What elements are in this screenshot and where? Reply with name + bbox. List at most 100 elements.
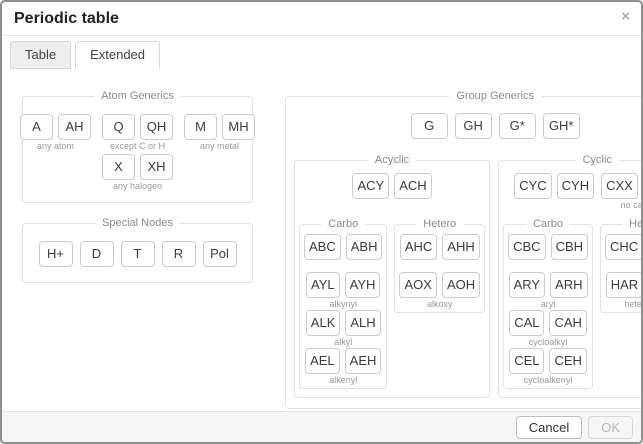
button-ah[interactable]: AH bbox=[58, 114, 91, 140]
atom-generics-row1: A AH any atom Q QH except C or H bbox=[31, 114, 244, 152]
pair-caption: no carbon bbox=[621, 200, 643, 211]
cyclic-section: Cyclic CYC CYH CXX bbox=[498, 160, 643, 398]
button-har[interactable]: HAR bbox=[606, 272, 643, 298]
button-cyh[interactable]: CYH bbox=[557, 173, 594, 199]
acyclic-section: Acyclic ACY ACH bbox=[294, 160, 490, 398]
button-ahh[interactable]: AHH bbox=[442, 234, 479, 260]
button-pol[interactable]: Pol bbox=[203, 241, 237, 267]
button-cyc[interactable]: CYC bbox=[514, 173, 551, 199]
button-ary[interactable]: ARY bbox=[509, 272, 546, 298]
cyclic-carbo-legend: Carbo bbox=[526, 218, 570, 231]
atom-pair-any-atom: A AH any atom bbox=[20, 114, 91, 152]
special-nodes-section: Special Nodes H+ D T R Pol bbox=[22, 223, 253, 283]
cyclic-legend: Cyclic bbox=[576, 154, 619, 167]
acyclic-carbo-legend: Carbo bbox=[321, 218, 365, 231]
dialog-content: Atom Generics A AH any atom Q QH bbox=[2, 69, 641, 411]
button-g[interactable]: G bbox=[411, 113, 448, 139]
acyclic-legend: Acyclic bbox=[368, 154, 416, 167]
button-cbh[interactable]: CBH bbox=[551, 234, 588, 260]
acyclic-hetero-legend: Hetero bbox=[416, 218, 463, 231]
pair-caption: alkynyl bbox=[329, 299, 357, 310]
group-generics-section: Group Generics G GH G* GH* Acyclic bbox=[285, 96, 643, 409]
button-a[interactable]: A bbox=[20, 114, 53, 140]
button-ach[interactable]: ACH bbox=[394, 173, 431, 199]
pair-caption: any metal bbox=[200, 141, 239, 152]
acyclic-subcolumns: Carbo ABC ABH bbox=[299, 224, 485, 389]
button-arh[interactable]: ARH bbox=[550, 272, 587, 298]
tab-bar: Table Extended bbox=[2, 36, 641, 69]
button-cxx[interactable]: CXX bbox=[601, 173, 638, 199]
button-alh[interactable]: ALH bbox=[345, 310, 380, 336]
button-m[interactable]: M bbox=[184, 114, 217, 140]
button-q[interactable]: Q bbox=[102, 114, 135, 140]
group-generics-row: G GH G* GH* bbox=[294, 113, 643, 139]
periodic-table-dialog: Periodic table × Table Extended Atom Gen… bbox=[0, 0, 643, 444]
atom-generics-row2: X XH any halogen bbox=[31, 154, 244, 192]
button-r[interactable]: R bbox=[162, 241, 196, 267]
button-ayh[interactable]: AYH bbox=[345, 272, 381, 298]
button-cah[interactable]: CAH bbox=[549, 310, 586, 336]
atom-pair-any-halogen: X XH any halogen bbox=[102, 154, 173, 192]
button-cel[interactable]: CEL bbox=[509, 348, 544, 374]
cyclic-top-row: CYC CYH CXX CXH no carbon bbox=[503, 173, 643, 211]
button-aox[interactable]: AOX bbox=[399, 272, 436, 298]
button-gh[interactable]: GH bbox=[455, 113, 492, 139]
dialog-title: Periodic table bbox=[14, 10, 119, 27]
pair-caption: alkyl bbox=[334, 337, 352, 348]
button-acy[interactable]: ACY bbox=[352, 173, 389, 199]
dialog-footer: Cancel OK bbox=[2, 411, 641, 442]
button-cal[interactable]: CAL bbox=[509, 310, 544, 336]
atom-pair-any-metal: M MH any metal bbox=[184, 114, 255, 152]
button-ceh[interactable]: CEH bbox=[549, 348, 586, 374]
special-nodes-row: H+ D T R Pol bbox=[31, 241, 244, 267]
button-h-plus[interactable]: H+ bbox=[39, 241, 73, 267]
button-x[interactable]: X bbox=[102, 154, 135, 180]
button-d[interactable]: D bbox=[80, 241, 114, 267]
pair-caption: cycloalkyl bbox=[529, 337, 568, 348]
close-icon[interactable]: × bbox=[621, 9, 630, 24]
button-cbc[interactable]: CBC bbox=[508, 234, 545, 260]
dialog-titlebar: Periodic table × bbox=[2, 2, 641, 36]
pair-caption: alkoxy bbox=[427, 299, 453, 310]
button-ael[interactable]: AEL bbox=[305, 348, 340, 374]
tab-table[interactable]: Table bbox=[10, 41, 71, 69]
group-generics-columns: Acyclic ACY ACH bbox=[294, 160, 643, 398]
button-t[interactable]: T bbox=[121, 241, 155, 267]
acyclic-hetero-section: Hetero AHC AHH bbox=[394, 224, 485, 313]
pair-caption: any halogen bbox=[113, 181, 162, 192]
button-xh[interactable]: XH bbox=[140, 154, 173, 180]
group-generics-legend: Group Generics bbox=[449, 90, 541, 103]
tab-extended[interactable]: Extended bbox=[75, 41, 160, 69]
cyclic-hetero-section: Hetero CHC CHH bbox=[600, 224, 643, 313]
acyclic-top-row: ACY ACH bbox=[299, 173, 485, 211]
atom-pair-except-c-or-h: Q QH except C or H bbox=[102, 114, 173, 152]
pair-caption: alkenyl bbox=[329, 375, 357, 386]
button-chc[interactable]: CHC bbox=[605, 234, 643, 260]
button-aeh[interactable]: AEH bbox=[345, 348, 382, 374]
pair-caption: except C or H bbox=[110, 141, 165, 152]
cancel-button[interactable]: Cancel bbox=[516, 416, 582, 439]
button-ayl[interactable]: AYL bbox=[306, 272, 340, 298]
button-abc[interactable]: ABC bbox=[304, 234, 341, 260]
ok-button[interactable]: OK bbox=[588, 416, 633, 439]
pair-caption: aryl bbox=[541, 299, 556, 310]
cyclic-carbo-section: Carbo CBC CBH bbox=[503, 224, 593, 389]
button-mh[interactable]: MH bbox=[222, 114, 255, 140]
acyclic-carbo-section: Carbo ABC ABH bbox=[299, 224, 387, 389]
atom-generics-section: Atom Generics A AH any atom Q QH bbox=[22, 96, 253, 203]
cyclic-subcolumns: Carbo CBC CBH bbox=[503, 224, 643, 389]
button-g-star[interactable]: G* bbox=[499, 113, 536, 139]
pair-caption: any atom bbox=[37, 141, 74, 152]
button-abh[interactable]: ABH bbox=[346, 234, 383, 260]
pair-caption: hetero aryl bbox=[624, 299, 643, 310]
special-nodes-legend: Special Nodes bbox=[95, 217, 180, 230]
left-column: Atom Generics A AH any atom Q QH bbox=[22, 69, 253, 411]
right-column: Group Generics G GH G* GH* Acyclic bbox=[285, 69, 643, 411]
button-aoh[interactable]: AOH bbox=[442, 272, 480, 298]
cyclic-hetero-legend: Hetero bbox=[622, 218, 643, 231]
button-qh[interactable]: QH bbox=[140, 114, 173, 140]
button-gh-star[interactable]: GH* bbox=[543, 113, 580, 139]
button-alk[interactable]: ALK bbox=[306, 310, 341, 336]
button-ahc[interactable]: AHC bbox=[400, 234, 437, 260]
pair-caption: cycloalkenyl bbox=[524, 375, 573, 386]
